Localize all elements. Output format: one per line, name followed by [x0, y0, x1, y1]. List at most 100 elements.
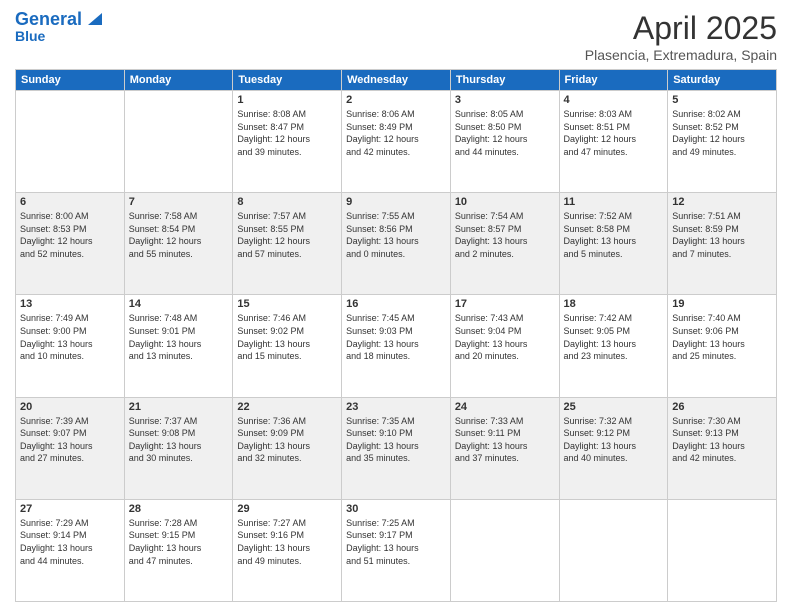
table-cell	[668, 499, 777, 601]
table-cell	[450, 499, 559, 601]
day-info: Sunrise: 7:39 AM Sunset: 9:07 PM Dayligh…	[20, 415, 120, 465]
week-row-1: 1 Sunrise: 8:08 AM Sunset: 8:47 PM Daylig…	[16, 91, 777, 193]
day-number: 5	[672, 94, 772, 106]
day-info: Sunrise: 7:37 AM Sunset: 9:08 PM Dayligh…	[129, 415, 229, 465]
day-info: Sunrise: 7:45 AM Sunset: 9:03 PM Dayligh…	[346, 312, 446, 362]
table-cell: 23 Sunrise: 7:35 AM Sunset: 9:10 PM Dayli…	[342, 397, 451, 499]
day-number: 23	[346, 401, 446, 413]
day-info: Sunrise: 7:57 AM Sunset: 8:55 PM Dayligh…	[237, 210, 337, 260]
day-info: Sunrise: 8:06 AM Sunset: 8:49 PM Dayligh…	[346, 108, 446, 158]
day-number: 14	[129, 298, 229, 310]
day-number: 11	[564, 196, 664, 208]
table-cell: 10 Sunrise: 7:54 AM Sunset: 8:57 PM Dayli…	[450, 193, 559, 295]
table-cell	[16, 91, 125, 193]
table-cell: 4 Sunrise: 8:03 AM Sunset: 8:51 PM Daylig…	[559, 91, 668, 193]
day-number: 27	[20, 503, 120, 515]
day-number: 21	[129, 401, 229, 413]
table-cell: 22 Sunrise: 7:36 AM Sunset: 9:09 PM Dayli…	[233, 397, 342, 499]
logo-icon	[84, 9, 102, 27]
title-block: April 2025 Plasencia, Extremadura, Spain	[585, 10, 777, 63]
day-info: Sunrise: 7:27 AM Sunset: 9:16 PM Dayligh…	[237, 517, 337, 567]
day-number: 12	[672, 196, 772, 208]
day-number: 1	[237, 94, 337, 106]
day-number: 22	[237, 401, 337, 413]
col-thursday: Thursday	[450, 70, 559, 91]
table-cell: 9 Sunrise: 7:55 AM Sunset: 8:56 PM Daylig…	[342, 193, 451, 295]
day-number: 7	[129, 196, 229, 208]
day-number: 4	[564, 94, 664, 106]
day-info: Sunrise: 7:30 AM Sunset: 9:13 PM Dayligh…	[672, 415, 772, 465]
day-info: Sunrise: 8:08 AM Sunset: 8:47 PM Dayligh…	[237, 108, 337, 158]
day-number: 20	[20, 401, 120, 413]
day-number: 9	[346, 196, 446, 208]
col-monday: Monday	[124, 70, 233, 91]
day-number: 19	[672, 298, 772, 310]
table-cell: 13Sunrise: 7:49 AM Sunset: 9:00 PM Dayli…	[16, 295, 125, 397]
table-cell: 26Sunrise: 7:30 AM Sunset: 9:13 PM Dayli…	[668, 397, 777, 499]
table-cell: 7Sunrise: 7:58 AM Sunset: 8:54 PM Daylig…	[124, 193, 233, 295]
table-cell: 18Sunrise: 7:42 AM Sunset: 9:05 PM Dayli…	[559, 295, 668, 397]
day-info: Sunrise: 7:33 AM Sunset: 9:11 PM Dayligh…	[455, 415, 555, 465]
week-row-4: 20 Sunrise: 7:39 AM Sunset: 9:07 PM Dayli…	[16, 397, 777, 499]
col-wednesday: Wednesday	[342, 70, 451, 91]
day-number: 8	[237, 196, 337, 208]
table-cell: 27 Sunrise: 7:29 AM Sunset: 9:14 PM Dayli…	[16, 499, 125, 601]
day-info: Sunrise: 7:48 AM Sunset: 9:01 PM Dayligh…	[129, 312, 229, 362]
day-number: 17	[455, 298, 555, 310]
logo: General Blue	[15, 10, 102, 44]
table-cell: 11 Sunrise: 7:52 AM Sunset: 8:58 PM Dayli…	[559, 193, 668, 295]
page: General Blue April 2025 Plasencia, Extre…	[0, 0, 792, 612]
table-cell: 16Sunrise: 7:45 AM Sunset: 9:03 PM Dayli…	[342, 295, 451, 397]
day-number: 25	[564, 401, 664, 413]
day-info: Sunrise: 7:55 AM Sunset: 8:56 PM Dayligh…	[346, 210, 446, 260]
table-cell: 14 Sunrise: 7:48 AM Sunset: 9:01 PM Dayli…	[124, 295, 233, 397]
day-info: Sunrise: 7:29 AM Sunset: 9:14 PM Dayligh…	[20, 517, 120, 567]
header: General Blue April 2025 Plasencia, Extre…	[15, 10, 777, 63]
day-info: Sunrise: 8:03 AM Sunset: 8:51 PM Dayligh…	[564, 108, 664, 158]
day-info: Sunrise: 7:35 AM Sunset: 9:10 PM Dayligh…	[346, 415, 446, 465]
day-info: Sunrise: 8:00 AM Sunset: 8:53 PM Dayligh…	[20, 210, 120, 260]
table-cell: 2 Sunrise: 8:06 AM Sunset: 8:49 PM Daylig…	[342, 91, 451, 193]
day-info: Sunrise: 7:36 AM Sunset: 9:09 PM Dayligh…	[237, 415, 337, 465]
table-cell: 6Sunrise: 8:00 AM Sunset: 8:53 PM Daylig…	[16, 193, 125, 295]
main-title: April 2025	[585, 10, 777, 47]
day-info: Sunrise: 7:25 AM Sunset: 9:17 PM Dayligh…	[346, 517, 446, 567]
day-info: Sunrise: 8:05 AM Sunset: 8:50 PM Dayligh…	[455, 108, 555, 158]
table-cell: 28Sunrise: 7:28 AM Sunset: 9:15 PM Dayli…	[124, 499, 233, 601]
day-number: 28	[129, 503, 229, 515]
day-number: 30	[346, 503, 446, 515]
table-cell: 17Sunrise: 7:43 AM Sunset: 9:04 PM Dayli…	[450, 295, 559, 397]
table-cell: 19 Sunrise: 7:40 AM Sunset: 9:06 PM Dayli…	[668, 295, 777, 397]
col-saturday: Saturday	[668, 70, 777, 91]
calendar-table: Sunday Monday Tuesday Wednesday Thursday…	[15, 69, 777, 602]
table-cell: 1 Sunrise: 8:08 AM Sunset: 8:47 PM Daylig…	[233, 91, 342, 193]
day-info: Sunrise: 7:42 AM Sunset: 9:05 PM Dayligh…	[564, 312, 664, 362]
table-cell: 21 Sunrise: 7:37 AM Sunset: 9:08 PM Dayli…	[124, 397, 233, 499]
table-cell: 12 Sunrise: 7:51 AM Sunset: 8:59 PM Dayli…	[668, 193, 777, 295]
day-number: 2	[346, 94, 446, 106]
logo-blue: Blue	[15, 28, 45, 44]
logo-general: General	[15, 10, 82, 28]
table-cell: 5 Sunrise: 8:02 AM Sunset: 8:52 PM Daylig…	[668, 91, 777, 193]
week-row-2: 6Sunrise: 8:00 AM Sunset: 8:53 PM Daylig…	[16, 193, 777, 295]
day-info: Sunrise: 7:51 AM Sunset: 8:59 PM Dayligh…	[672, 210, 772, 260]
table-cell: 30 Sunrise: 7:25 AM Sunset: 9:17 PM Dayli…	[342, 499, 451, 601]
table-cell: 8 Sunrise: 7:57 AM Sunset: 8:55 PM Daylig…	[233, 193, 342, 295]
table-cell: 25 Sunrise: 7:32 AM Sunset: 9:12 PM Dayli…	[559, 397, 668, 499]
day-info: Sunrise: 7:40 AM Sunset: 9:06 PM Dayligh…	[672, 312, 772, 362]
table-cell: 20 Sunrise: 7:39 AM Sunset: 9:07 PM Dayli…	[16, 397, 125, 499]
day-info: Sunrise: 7:32 AM Sunset: 9:12 PM Dayligh…	[564, 415, 664, 465]
table-cell: 29 Sunrise: 7:27 AM Sunset: 9:16 PM Dayli…	[233, 499, 342, 601]
day-info: Sunrise: 7:52 AM Sunset: 8:58 PM Dayligh…	[564, 210, 664, 260]
day-number: 29	[237, 503, 337, 515]
day-number: 13	[20, 298, 120, 310]
week-row-5: 27 Sunrise: 7:29 AM Sunset: 9:14 PM Dayli…	[16, 499, 777, 601]
day-info: Sunrise: 8:02 AM Sunset: 8:52 PM Dayligh…	[672, 108, 772, 158]
day-number: 15	[237, 298, 337, 310]
col-tuesday: Tuesday	[233, 70, 342, 91]
table-cell: 3Sunrise: 8:05 AM Sunset: 8:50 PM Daylig…	[450, 91, 559, 193]
day-number: 10	[455, 196, 555, 208]
day-info: Sunrise: 7:54 AM Sunset: 8:57 PM Dayligh…	[455, 210, 555, 260]
col-friday: Friday	[559, 70, 668, 91]
table-cell: 15Sunrise: 7:46 AM Sunset: 9:02 PM Dayli…	[233, 295, 342, 397]
